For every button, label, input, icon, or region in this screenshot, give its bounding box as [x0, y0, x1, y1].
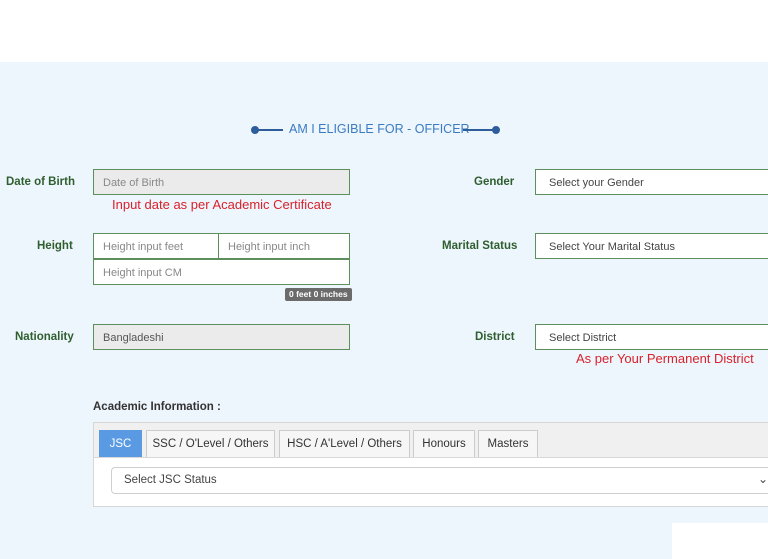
gender-select[interactable]: Select your Gender — [535, 169, 768, 195]
dob-hint: Input date as per Academic Certificate — [112, 197, 332, 212]
academic-panel: JSC SSC / O'Level / Others HSC / A'Level… — [93, 422, 768, 507]
academic-tab-bar: JSC SSC / O'Level / Others HSC / A'Level… — [94, 423, 768, 458]
page-title: AM I ELIGIBLE FOR - OFFICER — [289, 122, 470, 136]
nationality-label: Nationality — [15, 331, 74, 343]
district-hint: As per Your Permanent District — [576, 351, 754, 366]
height-feet-input[interactable]: Height input feet — [93, 233, 219, 259]
dob-label: Date of Birth — [6, 176, 75, 188]
height-converted-badge: 0 feet 0 inches — [285, 288, 352, 301]
section-title: AM I ELIGIBLE FOR - OFFICER — [250, 121, 502, 139]
dob-input[interactable]: Date of Birth — [93, 169, 350, 195]
academic-info-label: Academic Information : — [93, 401, 221, 413]
tab-hsc[interactable]: HSC / A'Level / Others — [279, 430, 410, 457]
marital-status-select[interactable]: Select Your Marital Status — [535, 233, 768, 259]
title-line-left — [258, 129, 283, 131]
tab-ssc[interactable]: SSC / O'Level / Others — [146, 430, 275, 457]
district-select[interactable]: Select District — [535, 324, 768, 350]
height-inch-input[interactable]: Height input inch — [218, 233, 350, 259]
jsc-status-select[interactable]: Select JSC Status — [111, 467, 768, 494]
tab-jsc[interactable]: JSC — [99, 430, 142, 457]
height-cm-input[interactable]: Height input CM — [93, 259, 350, 285]
top-bar — [0, 0, 768, 62]
chevron-down-icon[interactable]: ⌄ — [758, 472, 768, 486]
gender-label: Gender — [474, 176, 515, 188]
height-label: Height — [37, 240, 73, 252]
bottom-white-patch — [672, 523, 768, 559]
title-line-right — [463, 129, 493, 131]
marital-status-label: Marital Status — [442, 240, 518, 252]
nationality-input[interactable]: Bangladeshi — [93, 324, 350, 350]
district-label: District — [475, 331, 515, 343]
tab-honours[interactable]: Honours — [413, 430, 475, 457]
title-dot-right-icon — [492, 126, 500, 134]
tab-masters[interactable]: Masters — [478, 430, 538, 457]
